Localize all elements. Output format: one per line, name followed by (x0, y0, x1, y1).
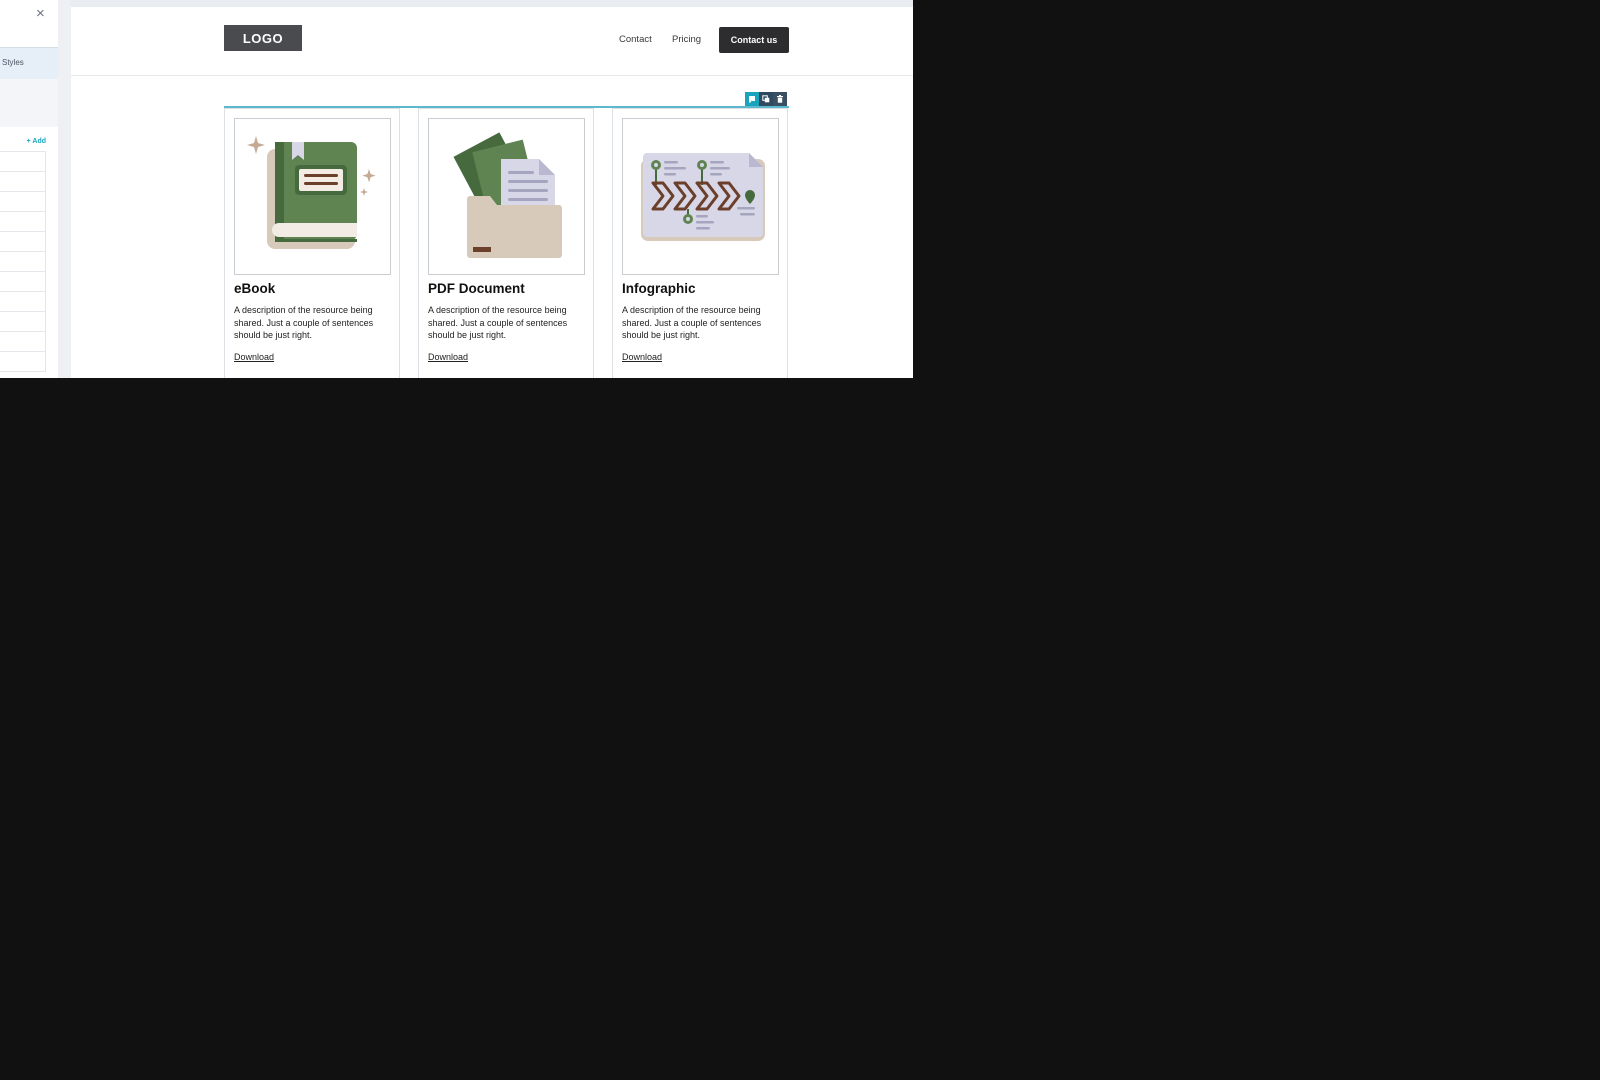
select-parent-icon[interactable] (745, 92, 759, 106)
card-title: PDF Document (428, 281, 525, 296)
card-description: A description of the resource being shar… (428, 305, 568, 340)
download-link[interactable]: Download (234, 352, 274, 362)
duplicate-icon[interactable] (759, 92, 773, 106)
list-item[interactable] (0, 212, 46, 232)
close-icon[interactable]: × (36, 6, 45, 22)
list-item[interactable] (0, 151, 46, 172)
list-item[interactable] (0, 252, 46, 272)
styles-tab[interactable]: Styles (0, 47, 58, 80)
list-item[interactable] (0, 232, 46, 252)
resource-card: Infographic A description of the resourc… (612, 108, 788, 378)
styles-tab-label: Styles (2, 58, 24, 67)
canvas-gutter (58, 0, 71, 378)
nav-link-contact[interactable]: Contact (619, 34, 652, 45)
editor-sidebar: × Styles + Add (0, 0, 59, 378)
download-link[interactable]: Download (622, 352, 662, 362)
editor-app: × Styles + Add LOGO Contact Pricing Cont… (0, 0, 913, 378)
site-header: LOGO Contact Pricing Contact us (71, 7, 913, 76)
download-link[interactable]: Download (428, 352, 468, 362)
contact-us-button[interactable]: Contact us (719, 27, 789, 53)
sidebar-list (0, 151, 46, 372)
list-item[interactable] (0, 292, 46, 312)
list-item[interactable] (0, 272, 46, 292)
sidebar-section (0, 79, 58, 127)
card-title: eBook (234, 281, 276, 296)
card-description: A description of the resource being shar… (234, 305, 374, 340)
list-item[interactable] (0, 352, 46, 372)
add-button[interactable]: + Add (27, 138, 46, 145)
list-item[interactable] (0, 312, 46, 332)
folder-document-icon (453, 132, 562, 258)
nav-link-pricing[interactable]: Pricing (672, 34, 701, 45)
card-description: A description of the resource being shar… (622, 305, 762, 340)
page-canvas: LOGO Contact Pricing Contact us eBook A … (71, 7, 913, 378)
selection-toolbar (745, 92, 787, 106)
book-icon (247, 136, 376, 249)
card-title: Infographic (622, 281, 696, 296)
resource-card: PDF Document A description of the resour… (418, 108, 594, 378)
resource-card: eBook A description of the resource bein… (224, 108, 400, 378)
list-item[interactable] (0, 172, 46, 192)
list-item[interactable] (0, 332, 46, 352)
site-logo[interactable]: LOGO (224, 25, 302, 51)
list-item[interactable] (0, 192, 46, 212)
delete-icon[interactable] (773, 92, 787, 106)
card-image[interactable] (428, 118, 585, 275)
card-image[interactable] (622, 118, 779, 275)
infographic-icon (641, 153, 765, 241)
canvas-top-bar (71, 0, 913, 7)
card-image[interactable] (234, 118, 391, 275)
